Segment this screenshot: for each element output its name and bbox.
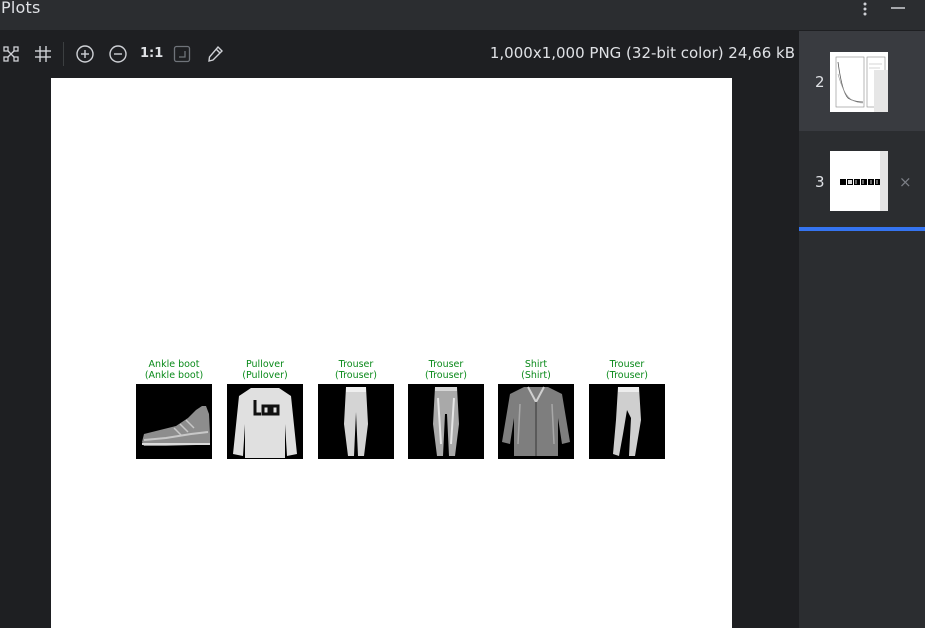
shirt-image	[498, 384, 574, 459]
pullover-image	[227, 384, 303, 459]
plot-number-label: 2	[815, 73, 825, 91]
item-caption-prediction: (Trouser)	[334, 370, 378, 381]
zoom-out-icon[interactable]	[107, 43, 129, 65]
item-caption-label: Trouser	[338, 359, 374, 370]
plots-tool-window: Plots 1:1 1,000x1,000 PNG (32-bit color)…	[0, 0, 925, 628]
plot-item: Shirt (Shirt)	[498, 359, 574, 459]
minimize-icon[interactable]	[887, 0, 909, 18]
item-caption-label: Trouser	[609, 359, 645, 370]
selected-indicator	[799, 227, 925, 231]
item-caption-prediction: (Trouser)	[605, 370, 649, 381]
plot-toolbar: 1:1 1,000x1,000 PNG (32-bit color) 24,66…	[0, 31, 799, 77]
grid-icon[interactable]	[32, 43, 54, 65]
item-caption-label: Pullover	[245, 359, 285, 370]
item-caption-label: Ankle boot	[148, 359, 200, 370]
plot-item: Pullover (Pullover)	[227, 359, 303, 459]
plot-thumbnail	[830, 52, 888, 112]
zoom-in-icon[interactable]	[74, 43, 96, 65]
more-options-icon[interactable]	[854, 0, 876, 18]
item-caption-label: Trouser	[428, 359, 464, 370]
close-icon[interactable]: ×	[899, 173, 912, 191]
plot-history-item[interactable]: 3 ×	[799, 131, 925, 231]
plot-item: Trouser (Trouser)	[589, 359, 665, 459]
trouser-image	[318, 384, 394, 459]
fit-zoom-icon[interactable]	[171, 43, 193, 65]
plot-history-sidebar: 2 3 ×	[799, 31, 925, 628]
item-caption-label: Shirt	[524, 359, 548, 370]
plot-thumbnail	[830, 151, 888, 211]
image-info-label: 1,000x1,000 PNG (32-bit color) 24,66 kB	[489, 44, 795, 62]
color-picker-icon[interactable]	[204, 43, 226, 65]
plot-item: Trouser (Trouser)	[408, 359, 484, 459]
item-caption-prediction: (Trouser)	[424, 370, 468, 381]
item-caption-prediction: (Pullover)	[242, 370, 288, 381]
tool-window-header: Plots	[0, 0, 925, 31]
plot-item: Trouser (Trouser)	[318, 359, 394, 459]
zoom-to-fit-icon[interactable]	[0, 43, 22, 65]
plot-item: Ankle boot (Ankle boot)	[136, 359, 212, 459]
plot-canvas-area[interactable]: Ankle boot (Ankle boot) Pullover (Pullov…	[0, 77, 799, 628]
tool-window-title: Plots	[1, 0, 41, 17]
trouser-image	[589, 384, 665, 459]
plot-history-item[interactable]: 2	[799, 31, 925, 131]
ankle-boot-image	[136, 384, 212, 459]
toolbar-separator	[63, 42, 64, 66]
plot-number-label: 3	[815, 173, 825, 191]
item-caption-prediction: (Shirt)	[521, 370, 551, 381]
trouser-image	[408, 384, 484, 459]
plot-image: Ankle boot (Ankle boot) Pullover (Pullov…	[51, 78, 732, 628]
item-caption-prediction: (Ankle boot)	[144, 370, 204, 381]
actual-size-button[interactable]: 1:1	[140, 46, 163, 61]
